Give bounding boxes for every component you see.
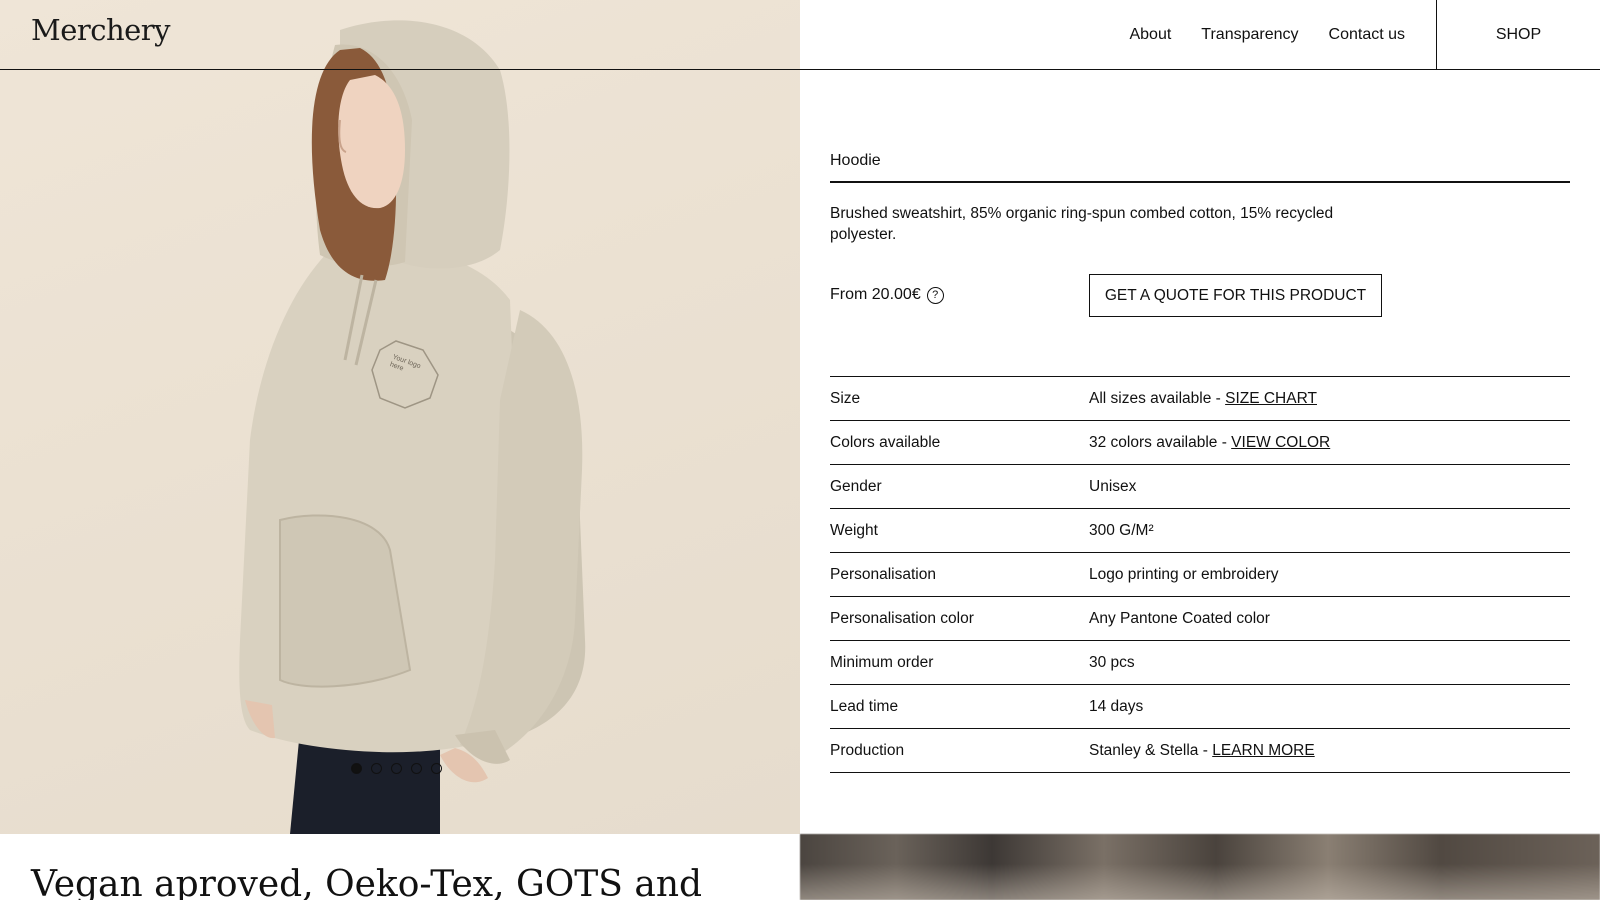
product-photo: Your logo here	[0, 0, 800, 834]
divider	[830, 181, 1570, 183]
learn-more-link[interactable]: LEARN MORE	[1212, 742, 1315, 759]
spec-label: Minimum order	[830, 653, 934, 671]
spec-value: Any Pantone Coated color	[1089, 609, 1270, 627]
carousel-dots	[351, 763, 442, 774]
product-price: From 20.00€ ?	[830, 286, 944, 304]
spec-row-lead-time: Lead time 14 days	[830, 685, 1570, 729]
section-headline: Vegan aproved, Oeko-Tex, GOTS and	[31, 864, 703, 900]
spec-row-production: Production Stanley & Stella - LEARN MORE	[830, 729, 1570, 773]
carousel-dot-3[interactable]	[391, 763, 402, 774]
spec-table: Size All sizes available - SIZE CHART Co…	[830, 376, 1570, 773]
brand-logo[interactable]: Merchery	[31, 13, 171, 47]
secondary-photo	[800, 834, 1600, 900]
spec-value: Stanley & Stella - LEARN MORE	[1089, 741, 1315, 759]
spec-label: Weight	[830, 521, 878, 539]
header-logo-area: Merchery	[0, 0, 800, 69]
help-icon[interactable]: ?	[926, 286, 944, 304]
nav-about[interactable]: About	[1129, 26, 1171, 44]
view-color-link[interactable]: VIEW COLOR	[1231, 434, 1330, 451]
nav-contact[interactable]: Contact us	[1329, 26, 1405, 44]
spec-label: Personalisation color	[830, 609, 974, 627]
spec-row-minimum-order: Minimum order 30 pcs	[830, 641, 1570, 685]
spec-value: Logo printing or embroidery	[1089, 565, 1279, 583]
spec-row-personalisation: Personalisation Logo printing or embroid…	[830, 553, 1570, 597]
size-chart-link[interactable]: SIZE CHART	[1225, 390, 1317, 407]
nav-transparency[interactable]: Transparency	[1201, 26, 1298, 44]
spec-label: Size	[830, 389, 861, 407]
spec-row-weight: Weight 300 G/M²	[830, 509, 1570, 553]
spec-value: All sizes available - SIZE CHART	[1089, 389, 1317, 407]
spec-label: Personalisation	[830, 565, 936, 583]
spec-row-personalisation-color: Personalisation color Any Pantone Coated…	[830, 597, 1570, 641]
shop-button[interactable]: SHOP	[1436, 0, 1600, 69]
carousel-dot-1[interactable]	[351, 763, 362, 774]
site-header: Merchery About Transparency Contact us S…	[0, 0, 1600, 70]
spec-label: Colors available	[830, 433, 941, 451]
carousel-dot-2[interactable]	[371, 763, 382, 774]
spec-value: 32 colors available - VIEW COLOR	[1089, 433, 1331, 451]
spec-value: 14 days	[1089, 697, 1144, 715]
certification-section: Vegan aproved, Oeko-Tex, GOTS and	[0, 834, 800, 900]
spec-row-size: Size All sizes available - SIZE CHART	[830, 377, 1570, 421]
get-quote-button[interactable]: GET A QUOTE FOR THIS PRODUCT	[1089, 274, 1382, 317]
spec-label: Production	[830, 741, 905, 759]
spec-label: Lead time	[830, 697, 899, 715]
spec-row-colors: Colors available 32 colors available - V…	[830, 421, 1570, 465]
product-name: Hoodie	[830, 152, 881, 169]
spec-value: 30 pcs	[1089, 653, 1135, 671]
spec-row-gender: Gender Unisex	[830, 465, 1570, 509]
spec-value: Unisex	[1089, 477, 1137, 495]
carousel-dot-4[interactable]	[411, 763, 422, 774]
price-text: From 20.00€	[830, 286, 921, 303]
product-description: Brushed sweatshirt, 85% organic ring-spu…	[830, 205, 1334, 243]
spec-label: Gender	[830, 477, 882, 495]
spec-value: 300 G/M²	[1089, 521, 1154, 539]
hoodie-model-illustration	[239, 20, 586, 834]
main-nav: About Transparency Contact us	[800, 0, 1436, 69]
carousel-dot-5[interactable]	[431, 763, 442, 774]
